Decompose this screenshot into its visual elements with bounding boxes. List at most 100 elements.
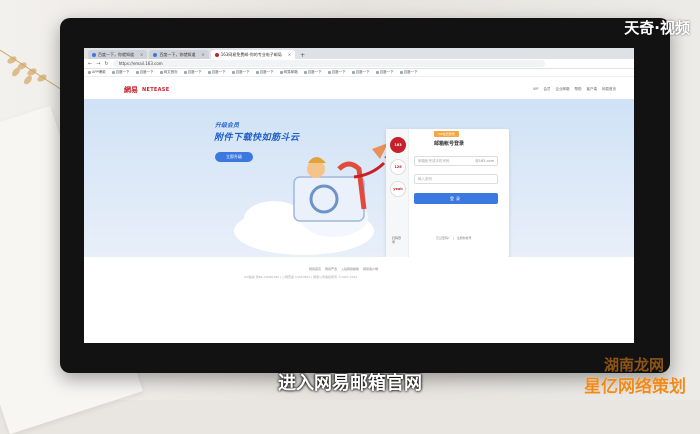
tab-126[interactable]: 126	[390, 159, 406, 175]
browser-tab-bar: 百度一下，你就知道 × 百度一下，你就知道 × 163网易免费邮-你的专业电子邮…	[84, 48, 634, 59]
mail-domain-tabs: 163 126 yeah 扫码登录	[386, 129, 409, 257]
close-tab-icon[interactable]: ×	[288, 52, 291, 57]
bookmark-item[interactable]: 百度一下	[135, 70, 154, 75]
channel-watermark: 天奇·视频	[624, 19, 690, 37]
close-tab-icon[interactable]: ×	[140, 52, 143, 57]
hero-tag: 升级会员	[215, 122, 240, 129]
email-field[interactable]: 邮箱帐号或手机号码 @163.com	[414, 156, 498, 166]
monitor-screen: 百度一下，你就知道 × 百度一下，你就知道 × 163网易免费邮-你的专业电子邮…	[84, 48, 634, 343]
header-link[interactable]: 企业邮箱	[556, 87, 570, 92]
footer-link[interactable]: 入驻网易邮箱	[341, 267, 359, 271]
reload-icon[interactable]: ↻	[104, 61, 108, 67]
back-arrow-icon[interactable]: ←	[88, 61, 92, 67]
bookmark-folder-icon	[88, 71, 91, 74]
footer-links: 网易首页 网易严选 入驻网易邮箱 网易客户端	[309, 267, 378, 271]
bookmark-label: 百度一下	[403, 70, 418, 74]
bookmark-label: 网文首页	[163, 70, 178, 74]
vip-login-badge[interactable]: VIP会员登录	[434, 131, 459, 137]
bookmark-folder-icon	[327, 71, 331, 74]
footer-link[interactable]: 网易客户端	[363, 267, 378, 271]
bookmark-label: APP爆款	[92, 70, 106, 74]
footer-legal: ICP备案 浙B2-20090185 | 公网安备 33010802 | 网易公…	[244, 275, 358, 279]
tab-yeah[interactable]: yeah	[390, 181, 406, 197]
corner-watermark: 湖南龙网 星亿网络策划	[554, 354, 694, 398]
bookmark-folder-icon	[303, 71, 307, 74]
bookmark-item[interactable]: 百度一下	[327, 70, 346, 75]
footer-link[interactable]: 网易严选	[325, 267, 337, 271]
bookmark-folder-icon	[399, 71, 403, 74]
bookmark-label: 百度一下	[211, 70, 226, 74]
netease-logo-en[interactable]: NETEASE	[142, 87, 169, 93]
tab-favicon-icon	[92, 52, 96, 57]
tab-label: 百度一下，你就知道	[98, 51, 134, 57]
link-divider: |	[452, 236, 454, 240]
address-bar: ← → ↻ https://email.163.com	[84, 59, 634, 69]
bookmark-label: 百度一下	[139, 70, 154, 74]
bookmark-item[interactable]: 百度一下	[255, 70, 274, 75]
bookmark-item[interactable]: 百度一下	[231, 70, 250, 75]
tab-favicon-icon	[153, 52, 158, 57]
hero-banner: 升级会员 附件下载快如筋斗云 立即升级	[84, 99, 634, 257]
bookmark-folder-icon	[279, 71, 283, 74]
browser-tab-active[interactable]: 163网易免费邮-你的专业电子邮局 ×	[210, 50, 296, 59]
bookmark-folder-icon	[255, 71, 259, 74]
login-button[interactable]: 登录	[414, 193, 498, 204]
forward-arrow-icon[interactable]: →	[96, 61, 100, 67]
bookmark-folder-icon	[351, 71, 355, 74]
header-links: VIP 会员 企业邮箱 帮助 客户端 网易首页	[533, 87, 616, 92]
email-placeholder: 邮箱帐号或手机号码	[418, 159, 450, 163]
bookmark-folder-icon	[183, 71, 187, 74]
header-link[interactable]: 网易首页	[602, 87, 616, 92]
cloud-illustration-icon	[234, 143, 402, 255]
bookmark-label: 百度一下	[379, 70, 394, 74]
bookmark-folder-icon	[159, 71, 163, 74]
login-title: 邮箱帐号登录	[434, 141, 465, 147]
bookmark-folder-icon	[375, 71, 379, 74]
tab-label: 163网易免费邮-你的专业电子邮局	[220, 51, 282, 57]
url-input[interactable]: https://email.163.com	[112, 60, 545, 67]
bookmark-folder-icon	[231, 71, 235, 74]
header-link[interactable]: 客户端	[587, 87, 598, 92]
site-header: 網易 NETEASE VIP 会员 企业邮箱 帮助 客户端 网易首页	[84, 77, 634, 99]
header-link[interactable]: 帮助	[575, 87, 582, 92]
bookmark-item[interactable]: 网易邮箱	[279, 70, 298, 75]
site-footer: 网易首页 网易严选 入驻网易邮箱 网易客户端 ICP备案 浙B2-20090185 |…	[84, 257, 634, 343]
header-link[interactable]: 会员	[544, 87, 551, 92]
bookmark-item[interactable]: 网文首页	[159, 70, 178, 75]
forgot-password-link[interactable]: 忘记密码?	[436, 236, 450, 240]
bookmark-item[interactable]: 百度一下	[399, 70, 418, 75]
bookmark-folder-icon	[135, 71, 139, 74]
close-tab-icon[interactable]: ×	[201, 52, 204, 57]
footer-link[interactable]: 网易首页	[309, 267, 321, 271]
bookmark-folder-icon	[207, 71, 211, 74]
tab-label: 百度一下，你就知道	[159, 51, 196, 57]
password-placeholder: 输入密码	[418, 177, 432, 181]
bookmark-item[interactable]: 百度一下	[375, 70, 394, 75]
bookmark-label: 百度一下	[331, 70, 346, 74]
tab-163[interactable]: 163	[390, 137, 406, 153]
bookmark-item[interactable]: 百度一下	[111, 70, 130, 75]
bookmark-item[interactable]: 百度一下	[207, 70, 226, 75]
qr-login-label[interactable]: 扫码登录	[392, 236, 402, 244]
bookmark-item[interactable]: 百度一下	[303, 70, 322, 75]
bookmark-label: 网易邮箱	[283, 70, 298, 74]
register-link[interactable]: 注册新帐号	[457, 236, 472, 240]
browser-tab[interactable]: 百度一下，你就知道 ×	[149, 50, 209, 59]
bookmark-item[interactable]: APP爆款	[88, 70, 106, 75]
bookmark-label: 百度一下	[307, 70, 322, 74]
browser-tab[interactable]: 百度一下，你就知道 ×	[88, 50, 148, 59]
password-field[interactable]: 输入密码	[414, 174, 498, 184]
login-links: 忘记密码? | 注册新帐号	[436, 236, 472, 240]
tab-favicon-icon	[214, 52, 219, 57]
corner-watermark-line2: 星亿网络策划	[584, 377, 686, 397]
bookmark-label: 百度一下	[259, 70, 274, 74]
bookmark-label: 百度一下	[235, 70, 250, 74]
bookmark-item[interactable]: 百度一下	[183, 70, 202, 75]
email-domain-suffix[interactable]: @163.com	[475, 159, 494, 163]
bookmark-folder-icon	[111, 71, 115, 74]
netease-logo-cn[interactable]: 網易	[124, 85, 138, 95]
bookmark-label: 百度一下	[355, 70, 370, 74]
new-tab-icon[interactable]: +	[300, 52, 305, 59]
header-link[interactable]: VIP	[533, 87, 539, 92]
bookmark-item[interactable]: 百度一下	[351, 70, 370, 75]
